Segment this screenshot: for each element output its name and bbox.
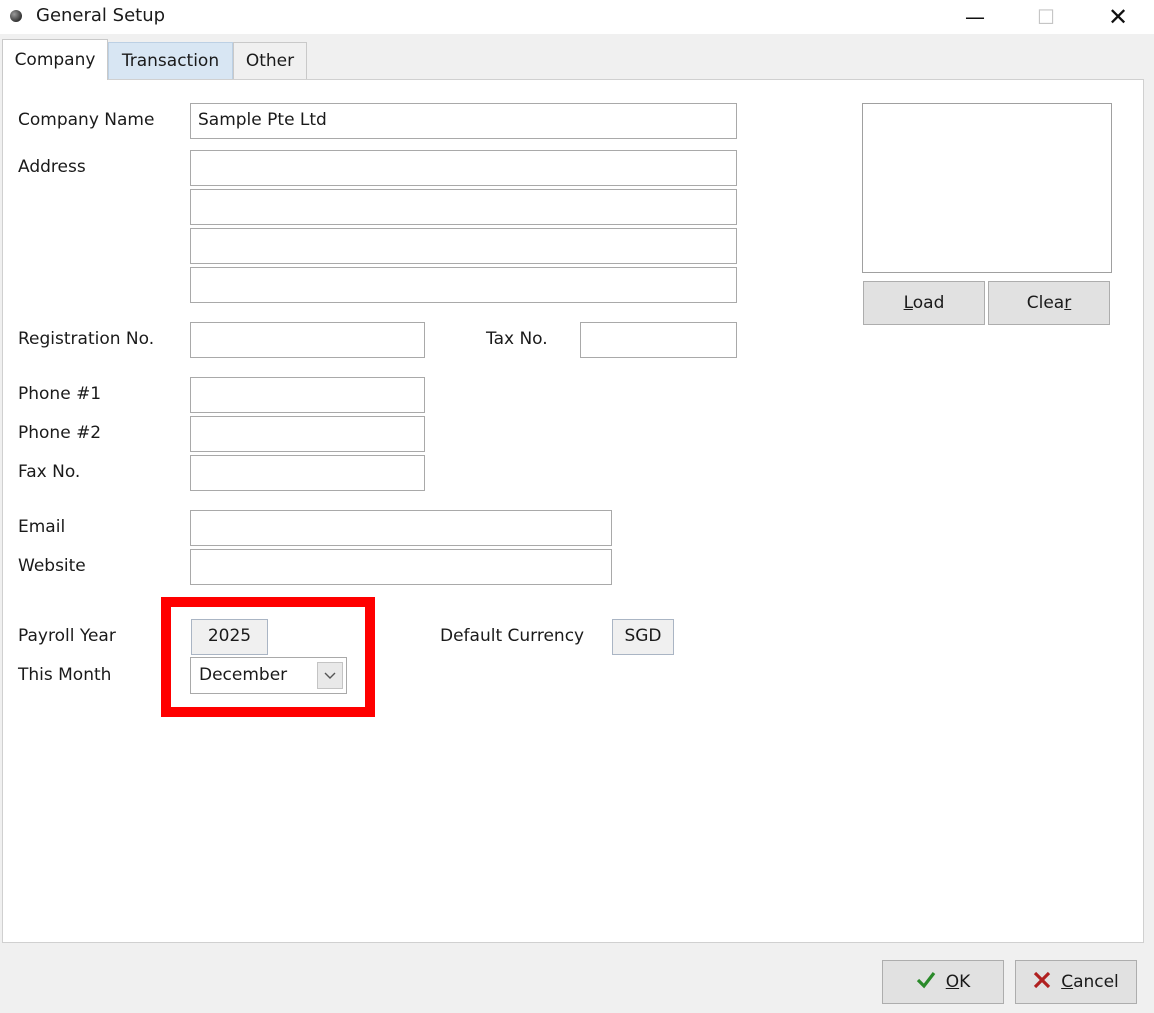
registration-input[interactable] <box>190 322 425 358</box>
fax-input[interactable] <box>190 455 425 491</box>
tax-label: Tax No. <box>486 329 548 349</box>
this-month-select[interactable]: December <box>190 657 347 694</box>
payroll-year-input[interactable]: 2025 <box>191 619 268 655</box>
address-line-3-input[interactable] <box>190 228 737 264</box>
close-button[interactable]: ✕ <box>1083 0 1153 34</box>
tax-input[interactable] <box>580 322 737 358</box>
app-dot-icon <box>10 10 22 22</box>
chevron-down-icon[interactable] <box>317 662 343 689</box>
website-input[interactable] <box>190 549 612 585</box>
cancel-label: ancel <box>1073 972 1119 992</box>
tab-transaction[interactable]: Transaction <box>108 42 233 79</box>
logo-preview <box>862 103 1112 273</box>
address-line-4-input[interactable] <box>190 267 737 303</box>
email-label: Email <box>18 517 66 537</box>
default-currency-label: Default Currency <box>440 626 585 646</box>
email-input[interactable] <box>190 510 612 546</box>
phone1-input[interactable] <box>190 377 425 413</box>
x-icon <box>1033 970 1051 995</box>
load-label: oad <box>912 293 945 313</box>
title-bar: General Setup — ☐ ✕ <box>0 0 1154 34</box>
fax-label: Fax No. <box>18 462 81 482</box>
cancel-button[interactable]: Cancel <box>1015 960 1137 1004</box>
ok-accesskey: O <box>945 972 960 992</box>
tab-company[interactable]: Company <box>2 39 108 80</box>
company-name-label: Company Name <box>18 110 155 130</box>
maximize-button[interactable]: ☐ <box>1011 0 1081 34</box>
address-line-2-input[interactable] <box>190 189 737 225</box>
address-label: Address <box>18 157 86 177</box>
phone2-label: Phone #2 <box>18 423 102 443</box>
cancel-accesskey: C <box>1061 972 1074 992</box>
this-month-label: This Month <box>18 665 112 685</box>
clear-label: Clea <box>1026 293 1065 313</box>
ok-label: K <box>959 972 971 992</box>
payroll-year-label: Payroll Year <box>18 626 116 646</box>
this-month-value: December <box>199 665 288 685</box>
ok-button[interactable]: OK <box>882 960 1004 1004</box>
load-accesskey: L <box>903 293 913 313</box>
phone1-label: Phone #1 <box>18 384 102 404</box>
company-name-input[interactable]: Sample Pte Ltd <box>190 103 737 139</box>
clear-accesskey: r <box>1064 293 1072 313</box>
address-line-1-input[interactable] <box>190 150 737 186</box>
phone2-input[interactable] <box>190 416 425 452</box>
checkmark-icon <box>916 970 936 995</box>
tab-other[interactable]: Other <box>233 42 307 79</box>
load-button[interactable]: Load <box>863 281 985 325</box>
clear-button[interactable]: Clear <box>988 281 1110 325</box>
window-title: General Setup <box>36 5 166 26</box>
minimize-button[interactable]: — <box>940 0 1010 34</box>
registration-label: Registration No. <box>18 329 155 349</box>
default-currency-input[interactable]: SGD <box>612 619 674 655</box>
website-label: Website <box>18 556 86 576</box>
